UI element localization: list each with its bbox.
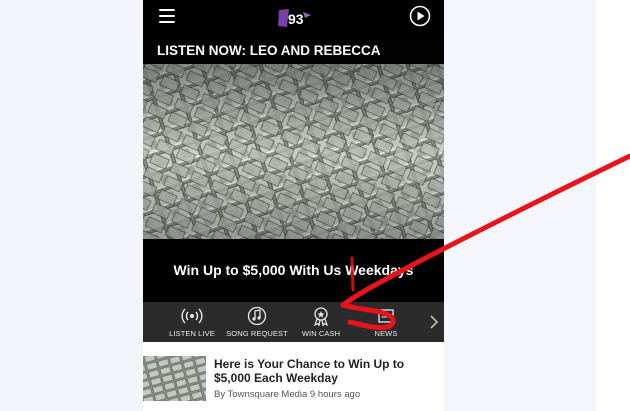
play-circle-icon[interactable] [409, 5, 431, 27]
money-stack-image[interactable] [143, 64, 444, 239]
tab-label: WIN CASH [301, 329, 341, 338]
tab-news[interactable]: NEWS [352, 302, 420, 342]
tab-bar: LISTEN LIVE SONG REQUEST WIN CASH NEWS [143, 302, 444, 342]
chevron-right-icon[interactable] [424, 302, 444, 342]
mobile-app-screen: 93 LISTEN NOW: LEO AND REBECCA Win Up to… [143, 0, 444, 411]
hero-title[interactable]: LISTEN NOW: LEO AND REBECCA [143, 38, 444, 64]
article-meta: By Townsquare Media 9 hours ago [214, 389, 361, 400]
tab-label: NEWS [374, 329, 398, 338]
broadcast-icon [181, 308, 203, 324]
article-thumbnail[interactable] [143, 356, 206, 401]
svg-text:93: 93 [288, 11, 304, 27]
station-logo[interactable]: 93 [275, 6, 315, 30]
page-background-right [444, 0, 596, 411]
tab-win-cash[interactable]: WIN CASH [287, 302, 355, 342]
award-ribbon-icon [314, 307, 328, 326]
tab-label: LISTEN LIVE [169, 329, 215, 338]
music-note-icon [247, 306, 267, 326]
article-title[interactable]: Here is Your Chance to Win Up to $5,000 … [214, 357, 439, 385]
hero-caption[interactable]: Win Up to $5,000 With Us Weekdays [143, 239, 444, 302]
page-edge [596, 0, 630, 411]
tab-listen-live[interactable]: LISTEN LIVE [158, 302, 226, 342]
tab-song-request[interactable]: SONG REQUEST [223, 302, 291, 342]
tab-label: SONG REQUEST [226, 329, 288, 338]
top-bar: 93 [143, 0, 444, 38]
news-icon [378, 309, 394, 323]
page-background-left [0, 0, 143, 411]
article-list-item[interactable]: Here is Your Chance to Win Up to $5,000 … [143, 342, 444, 411]
hamburger-menu-icon[interactable] [159, 9, 175, 23]
